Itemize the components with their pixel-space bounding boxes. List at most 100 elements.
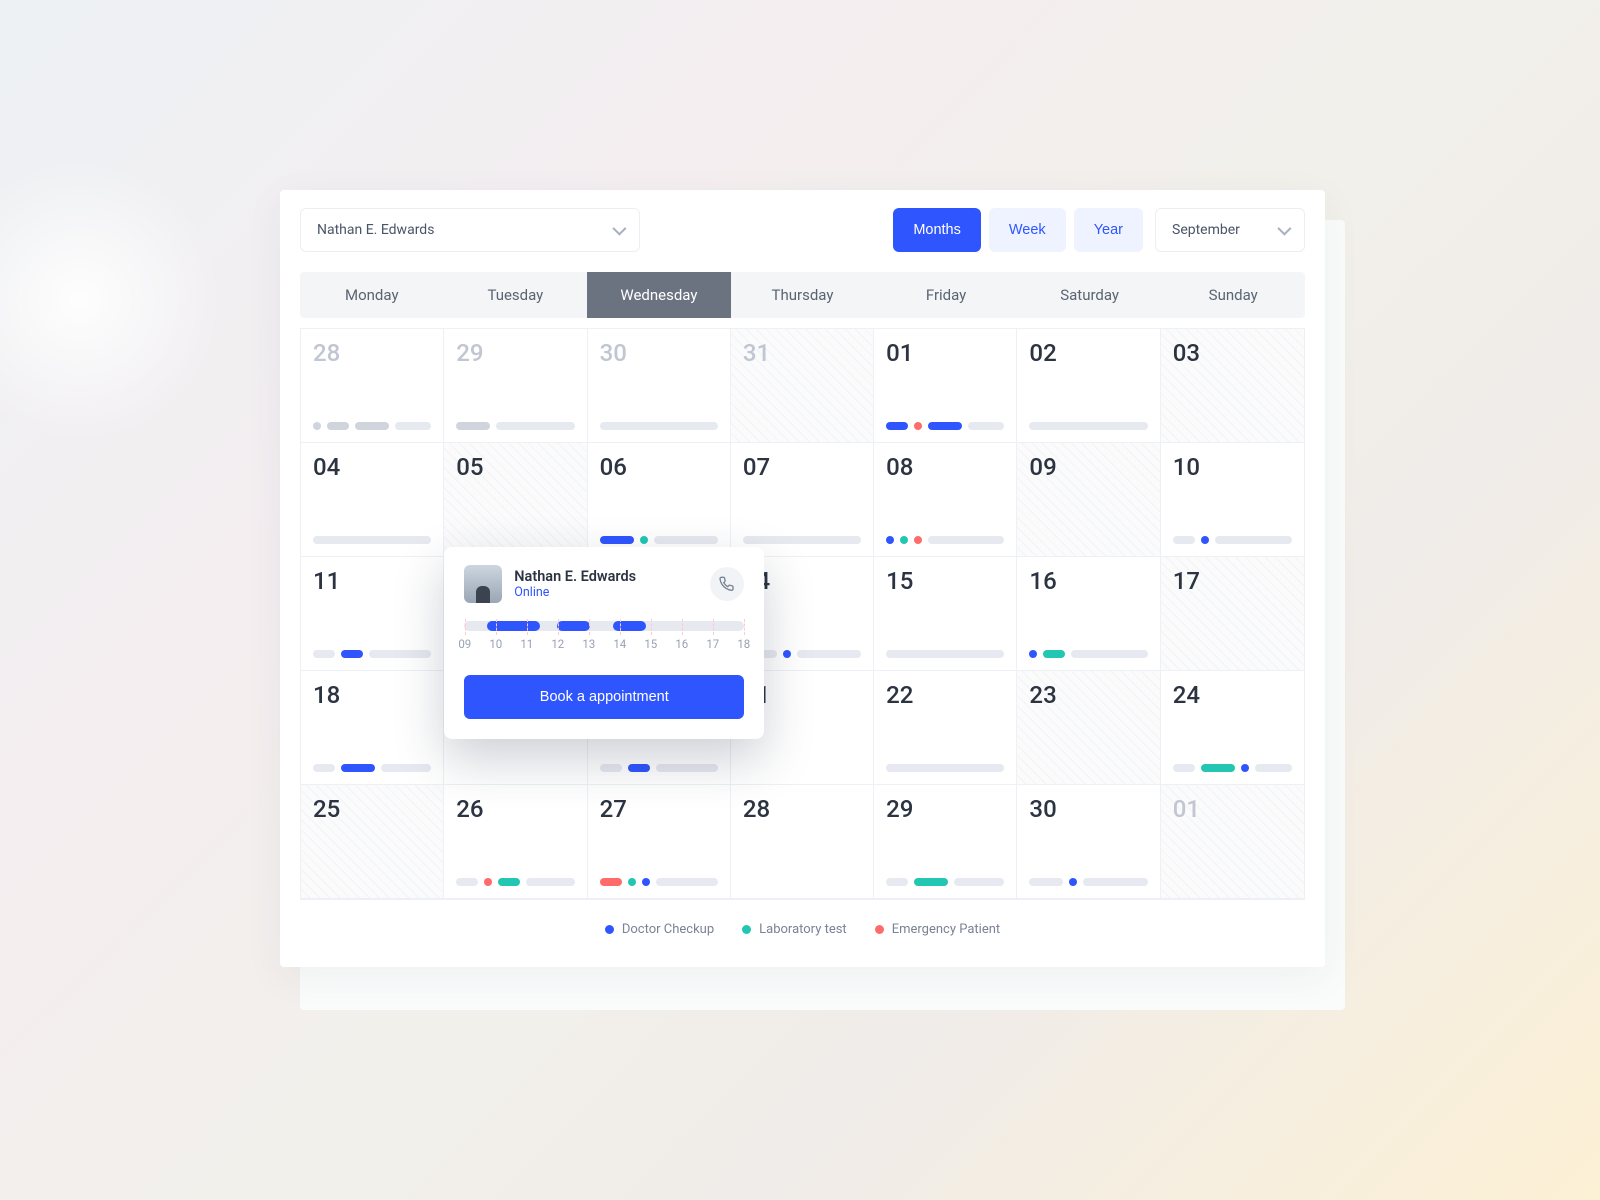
- view-week-button[interactable]: Week: [989, 208, 1066, 252]
- dow-monday[interactable]: Monday: [300, 272, 444, 318]
- day-cell[interactable]: 07: [731, 443, 874, 557]
- day-number: 18: [313, 681, 431, 709]
- month-select[interactable]: September: [1155, 208, 1305, 252]
- day-cell[interactable]: 29: [444, 329, 587, 443]
- dow-wednesday[interactable]: Wednesday: [587, 272, 731, 318]
- call-button[interactable]: [710, 567, 744, 601]
- dow-tuesday[interactable]: Tuesday: [444, 272, 588, 318]
- book-appointment-button[interactable]: Book a appointment: [464, 675, 744, 719]
- day-events: [886, 878, 1004, 886]
- event-pill: [914, 536, 922, 544]
- day-events: [600, 536, 718, 544]
- timeline[interactable]: [464, 621, 744, 631]
- day-number: 02: [1029, 339, 1147, 367]
- day-cell[interactable]: 11: [301, 557, 444, 671]
- event-pill: [526, 878, 574, 886]
- day-number: 15: [886, 567, 1004, 595]
- day-cell[interactable]: 09: [1017, 443, 1160, 557]
- day-cell[interactable]: 23: [1017, 671, 1160, 785]
- day-cell[interactable]: 26: [444, 785, 587, 899]
- day-number: 24: [1173, 681, 1292, 709]
- dow-thursday[interactable]: Thursday: [731, 272, 875, 318]
- day-number: 01: [886, 339, 1004, 367]
- day-cell[interactable]: 01: [874, 329, 1017, 443]
- event-pill: [313, 650, 335, 658]
- event-pill: [928, 422, 962, 430]
- day-number: 29: [886, 795, 1004, 823]
- event-pill: [1201, 764, 1235, 772]
- view-year-button[interactable]: Year: [1074, 208, 1143, 252]
- day-of-week-header: MondayTuesdayWednesdayThursdayFridaySatu…: [300, 272, 1305, 318]
- event-pill: [313, 764, 335, 772]
- day-cell[interactable]: 29: [874, 785, 1017, 899]
- event-pill: [1069, 878, 1077, 886]
- day-number: 28: [743, 795, 861, 823]
- event-pill: [313, 422, 321, 430]
- day-cell[interactable]: 10: [1161, 443, 1304, 557]
- day-events: [600, 422, 718, 430]
- day-cell[interactable]: 25: [301, 785, 444, 899]
- timeline-slot[interactable]: [557, 621, 591, 631]
- event-pill: [341, 650, 363, 658]
- day-cell[interactable]: 16: [1017, 557, 1160, 671]
- timeline-ticks: 09101112131415161718: [464, 637, 744, 659]
- day-cell[interactable]: 05: [444, 443, 587, 557]
- day-cell[interactable]: 04: [301, 443, 444, 557]
- day-cell[interactable]: 03: [1161, 329, 1304, 443]
- day-events: [313, 422, 431, 430]
- timeline-slot[interactable]: [487, 621, 540, 631]
- event-pill: [628, 764, 650, 772]
- day-cell[interactable]: 28: [731, 785, 874, 899]
- event-pill: [496, 422, 574, 430]
- day-cell[interactable]: 02: [1017, 329, 1160, 443]
- day-number: 06: [600, 453, 718, 481]
- legend: Doctor Checkup Laboratory test Emergency P…: [280, 922, 1325, 937]
- legend-item: Doctor Checkup: [605, 922, 714, 937]
- event-pill: [656, 764, 718, 772]
- dow-sunday[interactable]: Sunday: [1161, 272, 1305, 318]
- day-number: 05: [456, 453, 574, 481]
- day-number: 28: [313, 339, 431, 367]
- month-select-label: September: [1172, 222, 1240, 238]
- day-events: [600, 878, 718, 886]
- event-pill: [1255, 764, 1292, 772]
- day-cell[interactable]: 30: [588, 329, 731, 443]
- day-cell[interactable]: 27: [588, 785, 731, 899]
- event-pill: [640, 536, 648, 544]
- day-cell[interactable]: 01: [1161, 785, 1304, 899]
- event-pill: [914, 878, 948, 886]
- day-number: 08: [886, 453, 1004, 481]
- dow-friday[interactable]: Friday: [874, 272, 1018, 318]
- day-number: 25: [313, 795, 431, 823]
- timeline-slot[interactable]: [613, 621, 647, 631]
- day-number: 26: [456, 795, 574, 823]
- day-cell[interactable]: 24: [1161, 671, 1304, 785]
- day-cell[interactable]: 17: [1161, 557, 1304, 671]
- event-pill: [743, 536, 861, 544]
- appointment-popover: Nathan E. Edwards Online 091011121314151…: [444, 547, 764, 739]
- day-number: 03: [1173, 339, 1292, 367]
- day-cell[interactable]: 28: [301, 329, 444, 443]
- day-events: [886, 422, 1004, 430]
- day-events: [456, 422, 574, 430]
- day-events: [1173, 764, 1292, 772]
- day-cell[interactable]: 06: [588, 443, 731, 557]
- day-cell[interactable]: 30: [1017, 785, 1160, 899]
- day-cell[interactable]: 18: [301, 671, 444, 785]
- timeline-hour-label: 18: [737, 637, 750, 651]
- event-pill: [1173, 536, 1195, 544]
- day-cell[interactable]: 08: [874, 443, 1017, 557]
- day-cell[interactable]: 15: [874, 557, 1017, 671]
- dow-saturday[interactable]: Saturday: [1018, 272, 1162, 318]
- legend-item: Laboratory test: [742, 922, 847, 937]
- day-cell[interactable]: 22: [874, 671, 1017, 785]
- event-pill: [928, 536, 1004, 544]
- event-pill: [600, 878, 622, 886]
- person-select[interactable]: Nathan E. Edwards: [300, 208, 640, 252]
- view-months-button[interactable]: Months: [893, 208, 981, 252]
- event-pill: [456, 422, 490, 430]
- legend-dot: [742, 925, 751, 934]
- event-pill: [886, 650, 1004, 658]
- day-cell[interactable]: 31: [731, 329, 874, 443]
- legend-label: Emergency Patient: [892, 922, 1000, 937]
